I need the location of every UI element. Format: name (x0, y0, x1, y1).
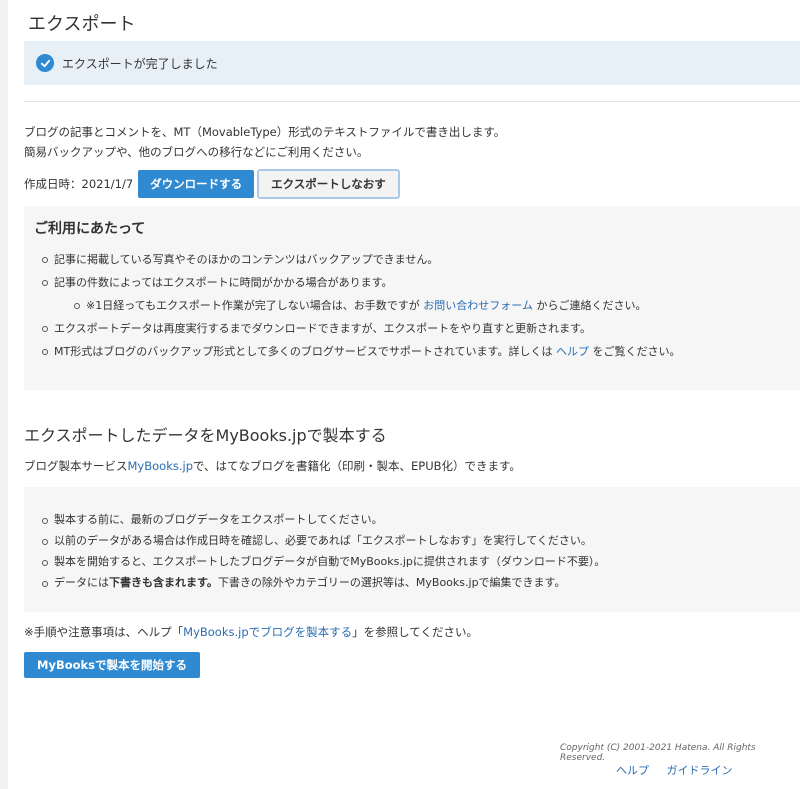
export-actions: 作成日時：2021/1/7 ダウンロードする エクスポートしなおす (24, 169, 400, 199)
mybooks-notes-box: 製本する前に、最新のブログデータをエクスポートしてください。 以前のデータがある… (24, 487, 800, 612)
left-sidebar-edge (0, 0, 8, 789)
list-item: ※1日経ってもエクスポート作業が完了しない場合は、お手数ですが お問い合わせフォ… (34, 294, 790, 317)
item-text: MT形式はブログのバックアップ形式として多くのブログサービスでサポートされていま… (54, 345, 553, 358)
mybooks-help-link[interactable]: MyBooks.jpでブログを製本する (183, 625, 352, 639)
created-date: 作成日時：2021/1/7 (24, 177, 134, 191)
draft-warning: 下書きも含まれます。 (109, 576, 218, 589)
mybooks-list: 製本する前に、最新のブログデータをエクスポートしてください。 以前のデータがある… (34, 509, 790, 593)
footer-guideline-link[interactable]: ガイドライン (667, 764, 733, 777)
list-item: エクスポートデータは再度実行するまでダウンロードできますが、エクスポートをやり直… (34, 317, 790, 340)
copyright: Copyright (C) 2001-2021 Hatena. All Righ… (560, 743, 756, 763)
mybooks-help-note: ※手順や注意事項は、ヘルプ「MyBooks.jpでブログを製本する」を参照してく… (24, 624, 478, 640)
list-item: データには下書きも含まれます。下書きの除外やカテゴリーの選択等は、MyBooks… (34, 572, 790, 593)
mybooks-link[interactable]: MyBooks.jp (128, 459, 194, 473)
item-text: をご覧ください。 (592, 345, 681, 358)
note-text: ※手順や注意事項は、ヘルプ「 (24, 625, 184, 639)
usage-notes-box: ご利用にあたって 記事に掲載している写真やそのほかのコンテンツはバックアップでき… (24, 206, 800, 390)
contact-form-link[interactable]: お問い合わせフォーム (423, 299, 533, 312)
page-title: エクスポート (28, 14, 136, 35)
description-line-2: 簡易バックアップや、他のブログへの移行などにご利用ください。 (24, 145, 369, 159)
divider (24, 101, 800, 102)
list-item: 製本を開始すると、エクスポートしたブログデータが自動でMyBooks.jpに提供… (34, 551, 790, 572)
start-mybooks-button[interactable]: MyBooksで製本を開始する (24, 652, 200, 678)
success-notice: エクスポートが完了しました (24, 41, 800, 85)
download-button[interactable]: ダウンロードする (138, 170, 255, 198)
item-text: からご連絡ください。 (536, 299, 647, 312)
export-description: ブログの記事とコメントを、MT（MovableType）形式のテキストファイルで… (24, 122, 505, 162)
list-item: MT形式はブログのバックアップ形式として多くのブログサービスでサポートされていま… (34, 340, 790, 363)
item-text: ※1日経ってもエクスポート作業が完了しない場合は、お手数ですが (86, 299, 420, 312)
mybooks-description: ブログ製本サービスMyBooks.jpで、はてなブログを書籍化（印刷・製本、EP… (24, 458, 521, 474)
footer-help-link[interactable]: ヘルプ (616, 764, 649, 777)
desc-text: で、はてなブログを書籍化（印刷・製本、EPUB化）できます。 (193, 459, 521, 473)
help-link[interactable]: ヘルプ (556, 345, 589, 358)
list-item: 製本する前に、最新のブログデータをエクスポートしてください。 (34, 509, 790, 530)
usage-heading: ご利用にあたって (34, 221, 146, 237)
usage-list: 記事に掲載している写真やそのほかのコンテンツはバックアップできません。 記事の件… (34, 248, 790, 363)
footer-links: ヘルプ ガイドライン (616, 762, 747, 778)
list-item: 記事に掲載している写真やそのほかのコンテンツはバックアップできません。 (34, 248, 790, 271)
item-text: 下書きの除外やカテゴリーの選択等は、MyBooks.jpで編集できます。 (217, 576, 566, 589)
note-text: 」を参照してください。 (352, 625, 478, 639)
description-line-1: ブログの記事とコメントを、MT（MovableType）形式のテキストファイルで… (24, 125, 506, 139)
notice-text: エクスポートが完了しました (62, 56, 218, 71)
list-item: 以前のデータがある場合は作成日時を確認し、必要であれば「エクスポートしなおす」を… (34, 530, 790, 551)
list-item: 記事の件数によってはエクスポートに時間がかかる場合があります。 (34, 271, 790, 294)
item-text: データには (54, 576, 109, 589)
reexport-button[interactable]: エクスポートしなおす (257, 169, 400, 199)
mybooks-section-title: エクスポートしたデータをMyBooks.jpで製本する (24, 426, 387, 445)
desc-text: ブログ製本サービス (24, 459, 128, 473)
check-circle-icon (36, 54, 54, 72)
